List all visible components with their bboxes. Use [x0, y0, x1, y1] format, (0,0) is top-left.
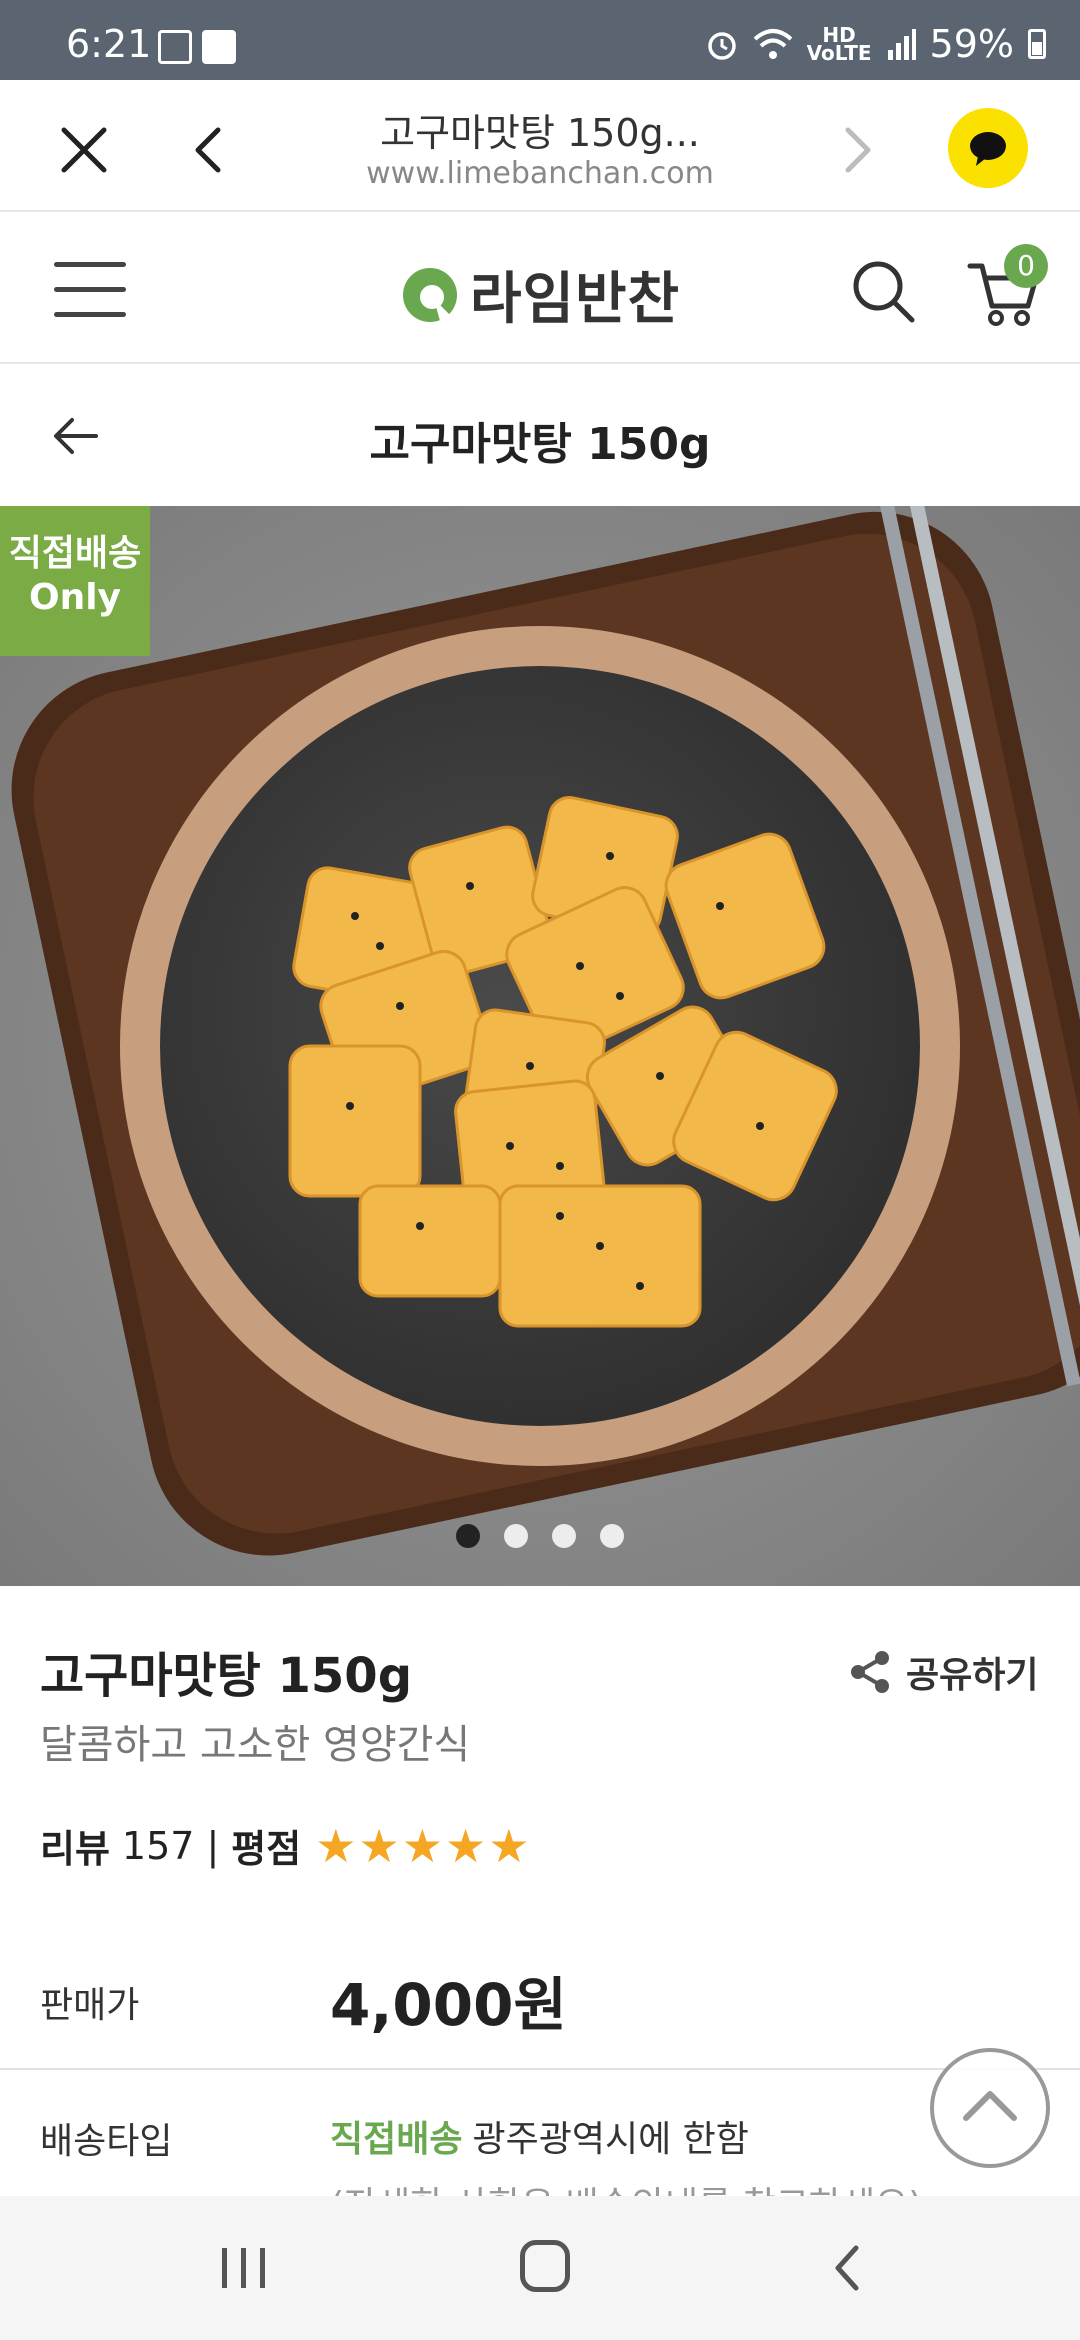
browser-back-icon[interactable] [180, 120, 240, 180]
scroll-to-top-button[interactable] [930, 2048, 1050, 2168]
carousel-dot[interactable] [600, 1524, 624, 1548]
kakaotalk-button[interactable] [948, 108, 1028, 188]
home-icon[interactable] [520, 2240, 570, 2292]
star-icon: ★ [358, 1818, 400, 1873]
review-rating-row[interactable]: 리뷰 157 | 평점 ★ ★ ★ ★ ★ [40, 1818, 529, 1873]
in-app-browser-bar: 고구마맛탕 150g... www.limebanchan.com [0, 80, 1080, 212]
chevron-up-icon [963, 2091, 1017, 2121]
product-subtitle: 달콤하고 고소한 영양간식 [40, 1722, 471, 1768]
price-value: 4,000원 [330, 1971, 567, 2039]
wifi-icon [753, 29, 792, 59]
site-logo[interactable]: 라임반찬 [400, 254, 680, 335]
shipping-value: 직접배송 광주광역시에 한함 [330, 2110, 749, 2162]
star-rating: ★ ★ ★ ★ ★ [315, 1823, 529, 1869]
product-info: 고구마맛탕 150g 공유하기 달콤하고 고소한 영양간식 리뷰 157 | 평… [0, 1586, 1080, 2226]
badge-line2: Only [28, 577, 122, 618]
hamburger-menu-icon[interactable] [54, 262, 126, 318]
share-button[interactable]: 공유하기 [846, 1646, 1038, 1698]
star-icon: ★ [315, 1818, 357, 1873]
product-image-carousel[interactable]: 직접배송 Only [0, 506, 1080, 1586]
browser-url: www.limebanchan.com [366, 156, 714, 191]
alarm-icon [707, 32, 736, 60]
price-label: 판매가 [40, 1985, 140, 2026]
shipping-type: 직접배송 [330, 2119, 463, 2160]
cart-count-badge: 0 [1004, 244, 1048, 288]
divider [0, 2068, 1080, 2070]
share-label: 공유하기 [906, 1655, 1039, 1696]
product-photo [0, 506, 1080, 1586]
direct-delivery-badge: 직접배송 Only [0, 506, 150, 656]
share-icon [851, 1651, 889, 1693]
shipping-label: 배송타입 [40, 2121, 173, 2162]
carousel-dots [0, 1524, 1080, 1548]
hd-voice-indicator: HD VoLTE [806, 23, 872, 65]
star-icon: ★ [444, 1818, 487, 1873]
lime-logo-icon [403, 267, 457, 322]
carousel-dot[interactable] [456, 1524, 480, 1548]
page-title-bar: 고구마맛탕 150g [0, 364, 1080, 506]
carousel-dot[interactable] [552, 1524, 576, 1548]
battery-percent: 59% [929, 22, 1014, 66]
chat-bubble-icon [970, 132, 1006, 166]
carousel-dot[interactable] [504, 1524, 528, 1548]
review-count: 157 [121, 1823, 195, 1868]
system-navigation-bar [0, 2196, 1080, 2340]
browser-forward-icon[interactable] [826, 120, 886, 180]
system-back-icon[interactable] [826, 2242, 870, 2294]
status-notification-icons [158, 30, 236, 64]
close-icon[interactable] [54, 120, 114, 180]
separator: | [206, 1823, 220, 1868]
shipping-area: 광주광역시에 한함 [472, 2119, 749, 2160]
rating-label: 평점 [231, 1827, 302, 1871]
search-icon[interactable] [848, 256, 918, 326]
app-notification-icon [202, 30, 236, 64]
status-bar: 6:21 HD VoLTE 59% [0, 0, 1080, 80]
status-time: 6:21 [66, 22, 152, 66]
browser-page-title: 고구마맛탕 150g... [380, 111, 700, 155]
star-icon: ★ [401, 1818, 443, 1873]
status-right-icons: HD VoLTE 59% [705, 22, 1046, 66]
battery-icon [1028, 29, 1046, 59]
signal-icon [887, 29, 916, 60]
star-icon: ★ [488, 1818, 530, 1873]
site-header: 라임반찬 [0, 212, 1080, 364]
badge-line1: 직접배송 [8, 533, 142, 574]
logo-text: 라임반찬 [470, 267, 681, 332]
recent-apps-icon[interactable] [218, 2246, 270, 2290]
page-title: 고구마맛탕 150g [369, 419, 711, 470]
review-label: 리뷰 [40, 1827, 110, 1871]
product-name: 고구마맛탕 150g [40, 1648, 413, 1704]
gallery-icon [158, 30, 192, 64]
